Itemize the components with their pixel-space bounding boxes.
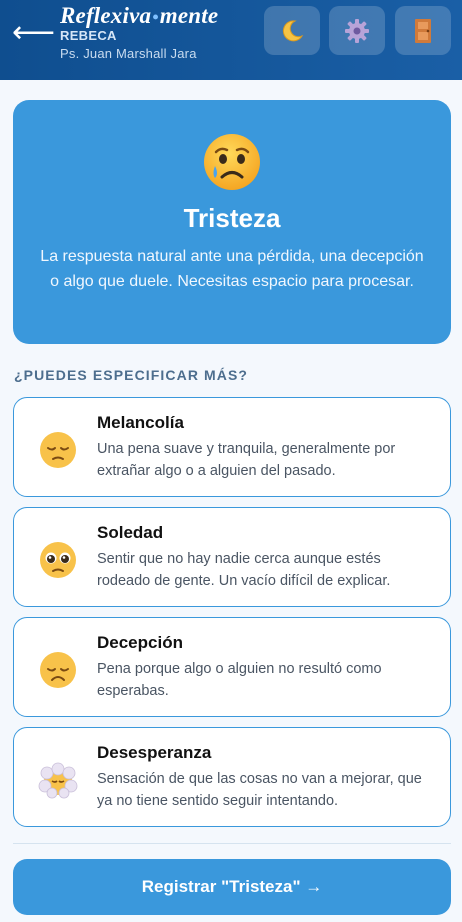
option-name: Decepción <box>97 633 183 652</box>
option-soledad[interactable]: Soledad Sentir que no hay nadie cerca au… <box>13 507 451 607</box>
pleading-face-icon <box>40 542 76 578</box>
gear-icon <box>345 18 369 43</box>
main-content: Tristeza La respuesta natural ante una p… <box>0 80 462 922</box>
brand-text-2: mente <box>159 3 219 28</box>
section-label: ¿PUEDES ESPECIFICAR MÁS? <box>14 367 249 383</box>
door-icon <box>415 18 431 43</box>
option-name: Soledad <box>97 523 164 542</box>
option-name: Desesperanza <box>97 743 212 762</box>
pensive-face-icon <box>40 432 76 468</box>
moon-icon <box>282 19 304 41</box>
divider <box>13 843 451 844</box>
option-description: Sentir que no hay nadie cerca aunque est… <box>97 551 391 589</box>
option-description: Una pena suave y tranquila, generalmente… <box>97 441 396 479</box>
brand-logo: Reflexiva•mente <box>60 3 218 29</box>
face-in-clouds-icon <box>38 762 78 799</box>
option-desesperanza[interactable]: Desesperanza Sensación de que las cosas … <box>13 727 451 827</box>
brand-dot: • <box>152 7 159 27</box>
option-decepcion[interactable]: Decepción Pena porque algo o alguien no … <box>13 617 451 717</box>
option-description: Pena porque algo o alguien no resultó co… <box>97 661 382 699</box>
emotion-description: La respuesta natural ante una pérdida, u… <box>40 248 424 290</box>
settings-button[interactable] <box>329 6 385 55</box>
app-header: ⟵ Reflexiva•mente REBECA Ps. Juan Marsha… <box>0 0 462 80</box>
option-description: Sensación de que las cosas no van a mejo… <box>97 771 422 809</box>
brand-text-1: Reflexiva <box>60 3 152 28</box>
option-melancolia[interactable]: Melancolía Una pena suave y tranquila, g… <box>13 397 451 497</box>
disappointed-face-icon <box>40 652 76 688</box>
therapist-name: Ps. Juan Marshall Jara <box>60 46 197 61</box>
patient-name: REBECA <box>60 28 117 43</box>
logout-button[interactable] <box>395 6 451 55</box>
emotion-card: Tristeza La respuesta natural ante una p… <box>13 100 451 344</box>
back-arrow-icon[interactable]: ⟵ <box>12 18 55 48</box>
crying-face-icon <box>204 134 260 190</box>
emotion-title: Tristeza <box>183 203 281 233</box>
theme-toggle-button[interactable] <box>264 6 320 55</box>
register-emotion-button[interactable]: Registrar "Tristeza" → <box>13 859 451 915</box>
option-name: Melancolía <box>97 413 184 432</box>
